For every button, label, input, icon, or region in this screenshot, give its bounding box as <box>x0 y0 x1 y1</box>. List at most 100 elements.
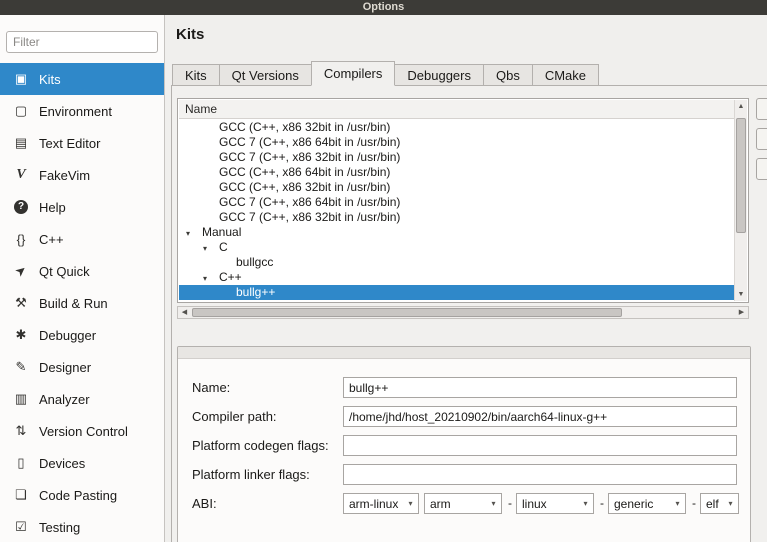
tab-debuggers[interactable]: Debuggers <box>394 64 484 86</box>
devices-icon: ▯ <box>17 455 25 470</box>
tab-compilers[interactable]: Compilers <box>310 61 396 86</box>
abi-format-select[interactable]: elf ▾ <box>700 493 739 514</box>
horizontal-scrollbar[interactable]: ◀ ▶ <box>177 306 749 319</box>
sidebar-item-label: Qt Quick <box>39 263 90 279</box>
version-control-icon: ⇅ <box>15 423 27 438</box>
sidebar-item-debugger[interactable]: ✱ Debugger <box>0 319 164 351</box>
chevron-down-icon: ▾ <box>728 499 733 508</box>
tree-row[interactable]: GCC 7 (C++, x86 32bit in /usr/bin) <box>179 150 734 165</box>
abi-flavor-select[interactable]: generic ▾ <box>608 493 686 514</box>
text-editor-icon: ▤ <box>14 135 28 150</box>
linker-flags-input[interactable] <box>343 464 737 485</box>
tree-row-label: Manual <box>202 225 242 239</box>
tree-row[interactable]: ▾ C <box>179 240 734 255</box>
expander-icon[interactable]: ▾ <box>203 271 219 285</box>
tab-qt-versions[interactable]: Qt Versions <box>218 64 312 86</box>
abi-format-value: elf <box>706 496 719 511</box>
scroll-right-icon[interactable]: ▶ <box>735 307 748 318</box>
abi-separator: - <box>508 496 512 510</box>
qt-quick-icon: ➤ <box>11 261 30 280</box>
cutoff-button[interactable] <box>756 98 767 120</box>
kits-icon: ▣ <box>14 71 28 86</box>
tree-column-header-name[interactable]: Name <box>179 100 734 119</box>
tree-row[interactable]: GCC (C++, x86 64bit in /usr/bin) <box>179 165 734 180</box>
sidebar-item-label: Code Pasting <box>39 487 118 503</box>
tree-row-label: bullgcc <box>236 255 274 269</box>
tree-row[interactable]: GCC 7 (C++, x86 64bit in /usr/bin) <box>179 135 734 150</box>
sidebar-item-label: Testing <box>39 519 81 535</box>
tab-cmake[interactable]: CMake <box>531 64 600 86</box>
codegen-flags-input[interactable] <box>343 435 737 456</box>
abi-flavor-value: generic <box>614 496 654 511</box>
sidebar-item-devices[interactable]: ▯ Devices <box>0 447 164 479</box>
horizontal-scrollbar-thumb[interactable] <box>192 308 622 317</box>
sidebar-item-build-run[interactable]: ⚒ Build & Run <box>0 287 164 319</box>
expander-icon[interactable]: ▾ <box>203 241 219 255</box>
tree-row-label: C++ <box>219 270 242 284</box>
expander-icon[interactable]: ▾ <box>186 226 202 240</box>
sidebar-item-label: FakeVim <box>39 167 91 183</box>
window-titlebar: Options <box>0 0 767 15</box>
scroll-up-icon[interactable]: ▲ <box>735 100 747 113</box>
sidebar-item-fakevim[interactable]: V FakeVim <box>0 159 164 191</box>
abi-separator: - <box>600 496 604 510</box>
tree-row[interactable]: GCC (C++, x86 32bit in /usr/bin) <box>179 180 734 195</box>
tree-row[interactable]: ▾ Manual <box>179 225 734 240</box>
sidebar-item-environment[interactable]: ▢ Environment <box>0 95 164 127</box>
abi-os-select[interactable]: linux ▾ <box>516 493 594 514</box>
compiler-path-label: Compiler path: <box>192 409 277 424</box>
tree-row[interactable]: bullgcc <box>179 255 734 270</box>
sidebar-item-designer[interactable]: ✎ Designer <box>0 351 164 383</box>
name-input[interactable] <box>343 377 737 398</box>
filter-input[interactable] <box>6 31 158 53</box>
scroll-left-icon[interactable]: ◀ <box>178 307 191 318</box>
abi-full-select[interactable]: arm-linux ▾ <box>343 493 419 514</box>
sidebar-item-kits[interactable]: ▣ Kits <box>0 63 164 95</box>
abi-arch-select[interactable]: arm ▾ <box>424 493 502 514</box>
scroll-down-icon[interactable]: ▼ <box>735 288 747 301</box>
sidebar-item-qt-quick[interactable]: ➤ Qt Quick <box>0 255 164 287</box>
sidebar-item-label: Help <box>39 199 66 215</box>
sidebar-item-text-editor[interactable]: ▤ Text Editor <box>0 127 164 159</box>
tab-kits[interactable]: Kits <box>172 64 220 86</box>
sidebar-item-label: Text Editor <box>39 135 101 151</box>
vertical-scrollbar-thumb[interactable] <box>736 118 746 233</box>
designer-icon: ✎ <box>15 359 27 374</box>
sidebar-item-version-control[interactable]: ⇅ Version Control <box>0 415 164 447</box>
sidebar-item-help[interactable]: ? Help <box>0 191 164 223</box>
details-panel-scrollbar[interactable] <box>178 347 750 359</box>
sidebar-item-cpp[interactable]: {} C++ <box>0 223 164 255</box>
sidebar: ▣ Kits ▢ Environment ▤ Text Editor V Fak… <box>0 15 165 542</box>
sidebar-item-analyzer[interactable]: ▥ Analyzer <box>0 383 164 415</box>
cutoff-button[interactable] <box>756 158 767 180</box>
tree-row-label: GCC (C++, x86 32bit in /usr/bin) <box>219 120 391 134</box>
tree-row[interactable]: GCC 7 (C++, x86 32bit in /usr/bin) <box>179 210 734 225</box>
tab-qbs[interactable]: Qbs <box>483 64 533 86</box>
sidebar-item-label: Build & Run <box>39 295 108 311</box>
code-pasting-icon: ❏ <box>15 487 27 502</box>
sidebar-item-label: C++ <box>39 231 64 247</box>
sidebar-item-code-pasting[interactable]: ❏ Code Pasting <box>0 479 164 511</box>
sidebar-item-label: Analyzer <box>39 391 90 407</box>
tree-row-label: C <box>219 240 228 254</box>
debugger-icon: ✱ <box>15 327 27 342</box>
abi-label: ABI: <box>192 496 217 511</box>
sidebar-item-label: Version Control <box>39 423 128 439</box>
tree-row-label: GCC (C++, x86 32bit in /usr/bin) <box>219 180 391 194</box>
tab-page: Name GCC (C++, x86 32bit in /usr/bin) GC… <box>171 85 767 542</box>
tree-row[interactable]: GCC (C++, x86 32bit in /usr/bin) <box>179 120 734 135</box>
compiler-path-input[interactable] <box>343 406 737 427</box>
tree-row-label: bullg++ <box>236 285 276 299</box>
tree-row[interactable]: GCC 7 (C++, x86 64bit in /usr/bin) <box>179 195 734 210</box>
tree-row-selected[interactable]: bullg++ <box>179 285 734 300</box>
fakevim-icon: V <box>16 167 26 182</box>
sidebar-item-testing[interactable]: ☑ Testing <box>0 511 164 542</box>
build-run-icon: ⚒ <box>15 295 27 310</box>
tree-row-label: GCC 7 (C++, x86 64bit in /usr/bin) <box>219 135 401 149</box>
tree-row[interactable]: ▾ C++ <box>179 270 734 285</box>
sidebar-item-label: Kits <box>39 71 61 87</box>
sidebar-list: ▣ Kits ▢ Environment ▤ Text Editor V Fak… <box>0 63 164 542</box>
cutoff-button[interactable] <box>756 128 767 150</box>
vertical-scrollbar[interactable]: ▲ ▼ <box>734 100 747 301</box>
abi-os-value: linux <box>522 496 547 511</box>
